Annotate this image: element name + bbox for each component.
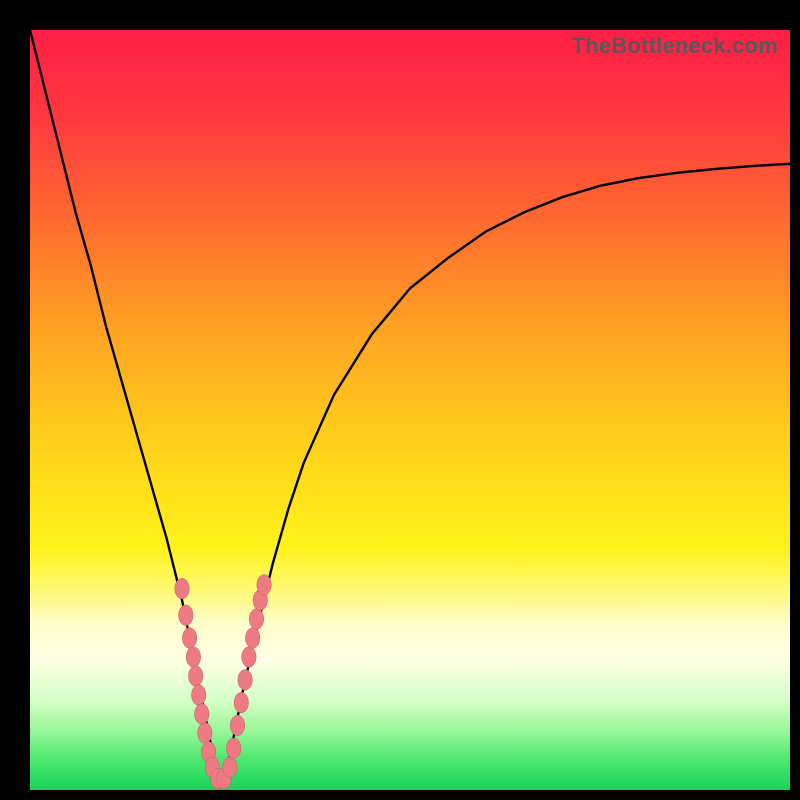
data-point: [242, 647, 256, 668]
data-point: [186, 647, 200, 668]
data-point: [257, 575, 271, 596]
data-point: [179, 605, 193, 626]
data-point: [223, 757, 237, 778]
data-point: [188, 666, 202, 687]
data-point: [175, 578, 189, 599]
data-point: [198, 723, 212, 744]
chart-frame: TheBottleneck.com: [0, 0, 800, 800]
data-point: [182, 628, 196, 649]
watermark-text: TheBottleneck.com: [572, 33, 778, 59]
data-point: [234, 692, 248, 713]
data-point: [226, 738, 240, 759]
data-point: [195, 704, 209, 725]
bottleneck-curve: [30, 30, 790, 782]
data-point: [245, 628, 259, 649]
data-points: [175, 575, 272, 789]
curve-layer: [30, 30, 790, 790]
data-point: [230, 715, 244, 736]
data-point: [249, 609, 263, 630]
data-point: [192, 685, 206, 706]
plot-area: TheBottleneck.com: [30, 30, 790, 790]
data-point: [238, 670, 252, 691]
